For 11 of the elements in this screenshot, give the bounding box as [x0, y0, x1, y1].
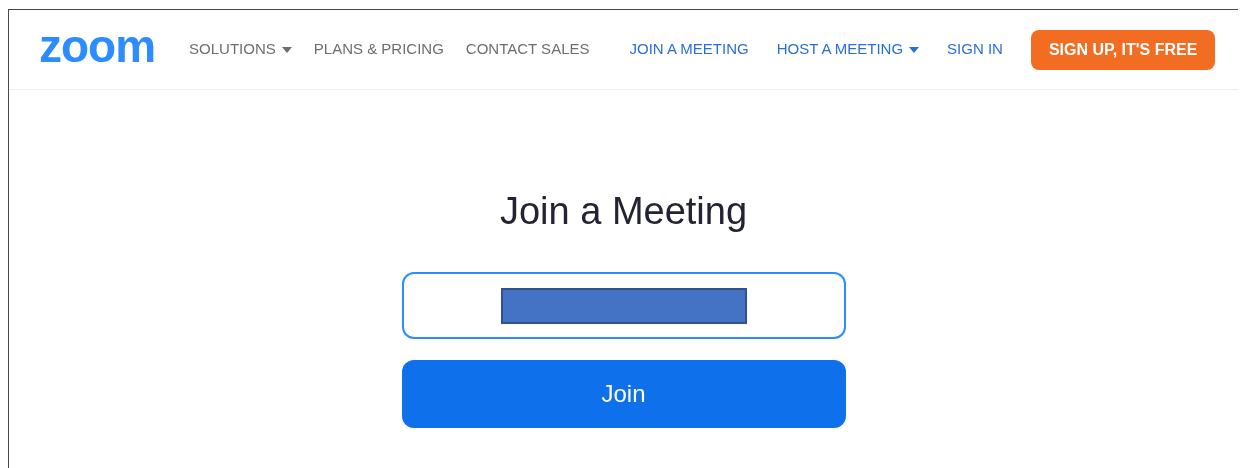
nav-link[interactable]: CONTACT SALES [465, 38, 590, 61]
nav-link[interactable]: SOLUTIONS [189, 38, 292, 61]
logo[interactable]: zoom [39, 22, 156, 69]
nav-link[interactable]: PLANS & PRICING [313, 38, 444, 61]
signup-button[interactable]: SIGN UP, IT'S FREE [1030, 29, 1216, 70]
meeting-id-field[interactable] [401, 272, 846, 339]
nav-link[interactable]: JOIN A MEETING [629, 38, 749, 61]
join-button[interactable]: Join [401, 360, 846, 428]
nav-link[interactable]: HOST A MEETING [776, 38, 920, 61]
page-heading: Join a Meeting [499, 189, 748, 234]
nav-link[interactable]: SIGN IN [947, 38, 1003, 61]
